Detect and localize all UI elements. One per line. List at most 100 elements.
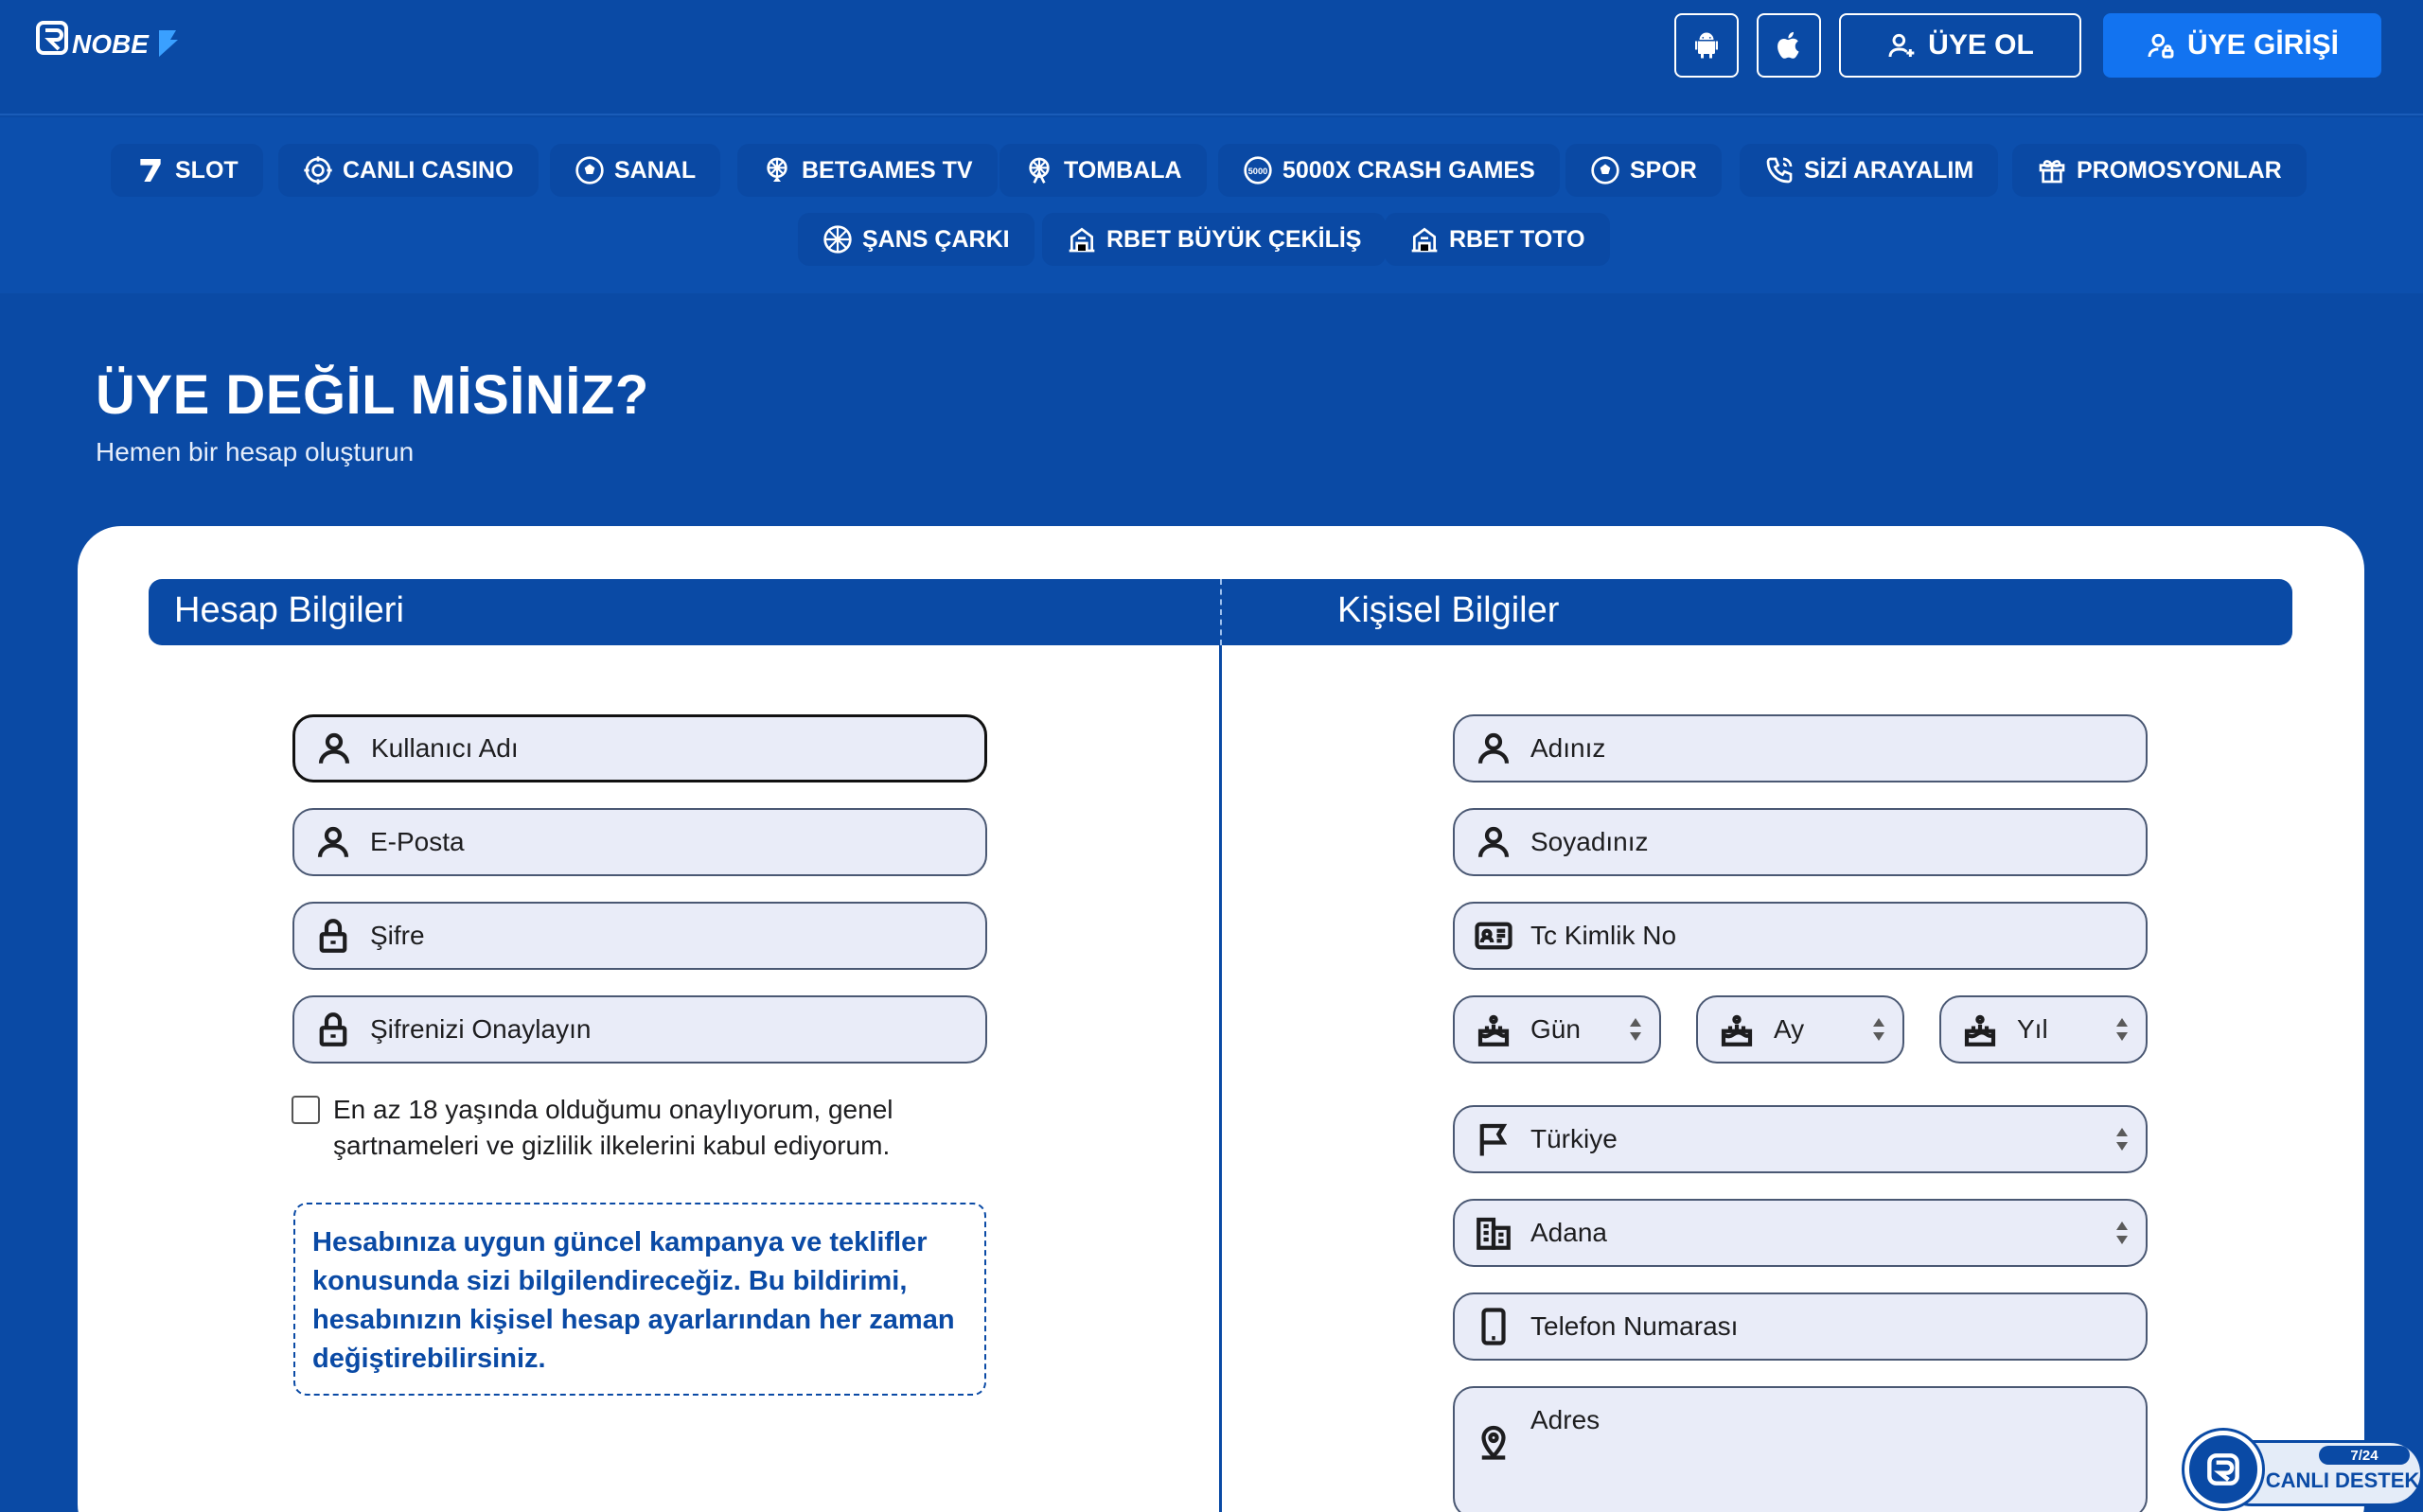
ticket-icon	[1411, 227, 1438, 253]
birth-month-value: Ay	[1774, 1014, 1805, 1044]
soccer-ball-icon	[1591, 156, 1619, 185]
birth-day-value: Gün	[1530, 1014, 1581, 1044]
nav-item-crash-games[interactable]: 5000 5000X CRASH GAMES	[1218, 144, 1560, 197]
email-placeholder: E-Posta	[370, 827, 465, 856]
rinobet-logo-icon	[2207, 1453, 2239, 1486]
tc-kimlik-field[interactable]: Tc Kimlik No	[1453, 902, 2148, 970]
nav-item-sans-carki[interactable]: ŞANS ÇARKI	[798, 213, 1035, 266]
nav-label: SİZİ ARAYALIM	[1804, 156, 1974, 184]
birth-year-value: Yıl	[2017, 1014, 2048, 1044]
nav-item-sanal[interactable]: SANAL	[550, 144, 721, 197]
user-icon	[1474, 822, 1513, 862]
terms-text: En az 18 yaşında olduğumu onaylıyorum, g…	[333, 1095, 893, 1160]
first-name-field[interactable]: Adınız	[1453, 714, 2148, 782]
wheel-icon	[823, 225, 852, 254]
lock-icon	[313, 916, 353, 956]
id-card-icon	[1474, 916, 1513, 956]
nav-item-rbet-toto[interactable]: RBET TOTO	[1385, 213, 1610, 266]
page-title: ÜYE DEĞİL MİSİNİZ?	[96, 364, 649, 426]
country-value: Türkiye	[1530, 1124, 1618, 1153]
address-placeholder: Adres	[1530, 1405, 1601, 1434]
nav-item-buyuk-cekilis[interactable]: RBET BÜYÜK ÇEKİLİŞ	[1042, 213, 1387, 266]
nav-label: SPOR	[1630, 156, 1697, 184]
birth-year-select[interactable]: Yıl	[1939, 995, 2148, 1064]
mobile-phone-icon	[1474, 1307, 1513, 1346]
section-title-personal: Kişisel Bilgiler	[1337, 590, 1560, 630]
apple-icon	[1777, 31, 1799, 59]
nav-item-betgames-tv[interactable]: BETGAMES TV	[737, 144, 998, 197]
nav-item-canli-casino[interactable]: CANLI CASINO	[278, 144, 539, 197]
brand-logo[interactable]: NOBE	[36, 17, 186, 62]
section-title-account: Hesap Bilgileri	[174, 590, 404, 630]
register-label: ÜYE OL	[1928, 29, 2034, 61]
live-support-logo	[2184, 1431, 2262, 1508]
nav-item-spor[interactable]: SPOR	[1565, 144, 1722, 197]
column-divider	[1219, 645, 1222, 1512]
nav-item-promosyonlar[interactable]: PROMOSYONLAR	[2012, 144, 2307, 197]
android-icon	[1695, 32, 1718, 59]
wheel-icon	[767, 157, 787, 182]
phone-placeholder: Telefon Numarası	[1530, 1311, 1739, 1341]
nav-label: SANAL	[614, 156, 697, 184]
password-field[interactable]: Şifre	[292, 902, 987, 970]
register-button[interactable]: ÜYE OL	[1839, 13, 2081, 78]
nav-label: SLOT	[175, 156, 239, 184]
cake-icon	[1717, 1010, 1757, 1049]
live-support-widget[interactable]: 7/24 CANLI DESTEK	[2181, 1427, 2423, 1512]
last-name-field[interactable]: Soyadınız	[1453, 808, 2148, 876]
nav-label: 5000X CRASH GAMES	[1282, 156, 1535, 184]
location-pin-icon	[1474, 1421, 1513, 1461]
user-icon	[1474, 729, 1513, 768]
nav-item-sizi-arayalim[interactable]: SİZİ ARAYALIM	[1740, 144, 1999, 197]
username-placeholder: Kullanıcı Adı	[371, 733, 519, 763]
terms-row: En az 18 yaşında olduğumu onaylıyorum, g…	[292, 1092, 973, 1164]
first-name-placeholder: Adınız	[1530, 733, 1606, 763]
ferris-wheel-icon	[1029, 157, 1050, 184]
birth-day-select[interactable]: Gün	[1453, 995, 1661, 1064]
flag-icon	[1474, 1119, 1513, 1159]
password-placeholder: Şifre	[370, 921, 425, 950]
live-support-badge: 7/24	[2319, 1446, 2410, 1465]
nav-item-tombala[interactable]: TOMBALA	[999, 144, 1207, 197]
nav-label: CANLI CASINO	[343, 156, 514, 184]
notification-notice: Hesabınıza uygun güncel kampanya ve tekl…	[293, 1203, 986, 1396]
soccer-ball-icon	[575, 156, 604, 185]
user-icon	[313, 822, 353, 862]
user-lock-icon	[2148, 33, 2174, 59]
city-select[interactable]: Adana	[1453, 1199, 2148, 1267]
nav-label: ŞANS ÇARKI	[862, 225, 1010, 253]
phone-field[interactable]: Telefon Numarası	[1453, 1292, 2148, 1361]
login-label: ÜYE GİRİŞİ	[2186, 29, 2340, 61]
tc-kimlik-placeholder: Tc Kimlik No	[1530, 921, 1677, 950]
phone-call-icon	[1766, 157, 1793, 184]
coin-5000-icon: 5000	[1244, 156, 1272, 185]
android-app-button[interactable]	[1674, 13, 1739, 78]
ticket-icon	[1069, 227, 1095, 253]
seven-icon	[140, 159, 161, 182]
nav-label: RBET TOTO	[1449, 225, 1585, 253]
select-arrows-icon	[1872, 1016, 1885, 1043]
nav-label: RBET BÜYÜK ÇEKİLİŞ	[1106, 225, 1362, 253]
username-field[interactable]: Kullanıcı Adı	[292, 714, 987, 782]
gift-icon	[2039, 160, 2065, 184]
email-field[interactable]: E-Posta	[292, 808, 987, 876]
select-arrows-icon	[2115, 1016, 2129, 1043]
login-button[interactable]: ÜYE GİRİŞİ	[2103, 13, 2381, 78]
country-select[interactable]: Türkiye	[1453, 1105, 2148, 1173]
section-header-divider	[1220, 579, 1222, 645]
nav-label: BETGAMES TV	[802, 156, 973, 184]
nav-item-slot[interactable]: SLOT	[111, 144, 263, 197]
address-field[interactable]: Adres	[1453, 1386, 2148, 1512]
birth-month-select[interactable]: Ay	[1696, 995, 1904, 1064]
password-confirm-field[interactable]: Şifrenizi Onaylayın	[292, 995, 987, 1064]
buildings-icon	[1474, 1213, 1513, 1253]
user-icon	[314, 729, 354, 768]
cake-icon	[1474, 1010, 1513, 1049]
select-arrows-icon	[1629, 1016, 1642, 1043]
svg-text:NOBE: NOBE	[72, 29, 150, 59]
ios-app-button[interactable]	[1757, 13, 1821, 78]
cake-icon	[1960, 1010, 2000, 1049]
page-subtitle: Hemen bir hesap oluşturun	[96, 437, 415, 466]
city-value: Adana	[1530, 1218, 1607, 1247]
terms-checkbox[interactable]	[292, 1096, 320, 1124]
